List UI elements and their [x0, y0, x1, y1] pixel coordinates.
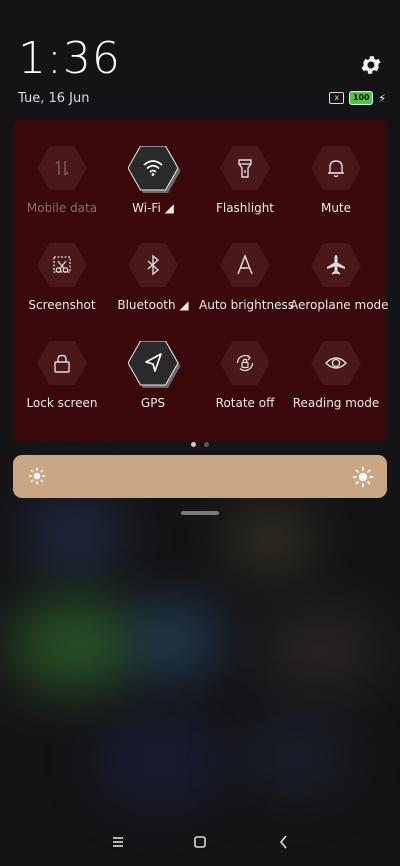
rotate-lock-icon — [236, 354, 254, 371]
tile-rotate-off[interactable]: Rotate off — [199, 315, 291, 410]
back-icon[interactable] — [272, 830, 296, 854]
tile-gps[interactable]: GPS — [107, 315, 199, 410]
tile-label: Reading mode — [292, 396, 380, 410]
tile-label: Bluetooth ◢ — [117, 298, 189, 312]
tile-label: Auto brightness — [199, 298, 294, 312]
auto-brightness-icon — [237, 253, 253, 275]
settings-gear-icon[interactable] — [359, 53, 383, 77]
battery-indicator: 100 — [349, 91, 374, 105]
brightness-high-icon — [352, 466, 374, 488]
tile-bluetooth[interactable]: Bluetooth ◢ — [107, 217, 199, 312]
tile-mobile-data[interactable]: Mobile data — [16, 120, 108, 215]
mobile-data-icon — [55, 160, 69, 176]
tile-flashlight[interactable]: Flashlight — [199, 120, 291, 215]
tile-mute[interactable]: Mute — [290, 120, 382, 215]
tile-label: Wi-Fi ◢ — [132, 201, 174, 215]
tile-label: Screenshot — [28, 298, 96, 312]
bell-icon — [328, 160, 344, 178]
navigation-bar — [0, 818, 400, 866]
scissors-icon — [53, 256, 71, 273]
tile-label: Lock screen — [26, 396, 98, 410]
tile-label: Rotate off — [215, 396, 275, 410]
home-icon[interactable] — [188, 830, 212, 854]
eye-icon — [325, 357, 347, 369]
tile-label: Mobile data — [26, 201, 98, 215]
airplane-icon — [327, 255, 345, 275]
shade-drag-handle[interactable] — [181, 511, 219, 515]
quick-settings-panel: Mobile data Wi-Fi ◢ Flashlight Mute Screensh… — [14, 120, 389, 447]
tile-label: Flashlight — [215, 201, 275, 215]
wifi-icon — [143, 160, 163, 176]
tile-lock-screen[interactable]: Lock screen — [16, 315, 108, 410]
page-dot-1 — [191, 442, 196, 447]
tile-wi-fi[interactable]: Wi-Fi ◢ — [107, 120, 199, 215]
menu-icon[interactable] — [106, 830, 130, 854]
flashlight-icon — [238, 159, 252, 178]
tile-label: GPS — [140, 396, 166, 410]
tile-aeroplane-mode[interactable]: Aeroplane mode — [290, 217, 389, 312]
bluetooth-icon — [147, 254, 160, 276]
tile-label: Mute — [320, 201, 352, 215]
brightness-low-icon — [28, 467, 46, 485]
brightness-slider[interactable] — [13, 455, 387, 498]
date-label[interactable]: Tue, 16 Jun — [18, 91, 89, 106]
no-sim-icon: x — [329, 92, 345, 104]
page-dot-2 — [204, 442, 209, 447]
tile-screenshot[interactable]: Screenshot — [16, 217, 108, 312]
clock[interactable]: 1:36 — [18, 34, 121, 84]
status-icons: x 100 ⚡ — [329, 91, 386, 105]
lock-icon — [54, 354, 70, 373]
tile-label: Aeroplane mode — [290, 298, 389, 312]
tile-auto-brightness[interactable]: Auto brightness — [199, 217, 294, 312]
location-arrow-icon — [145, 353, 162, 372]
tile-reading-mode[interactable]: Reading mode — [290, 315, 382, 410]
page-indicator — [14, 432, 386, 451]
charging-bolt-icon: ⚡ — [378, 91, 386, 105]
